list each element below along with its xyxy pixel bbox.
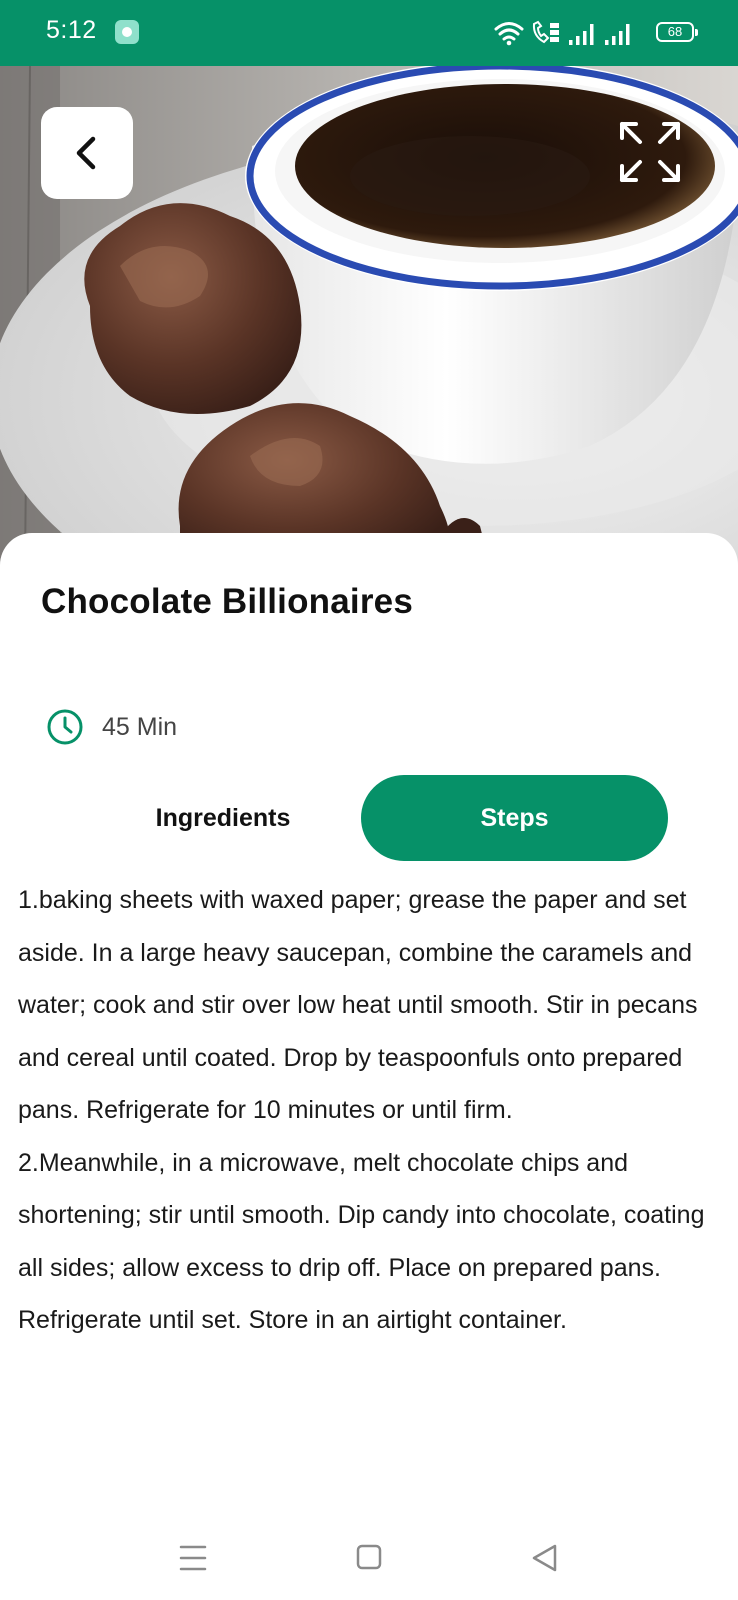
status-time: 5:12 <box>46 16 97 44</box>
steps-content: 1.baking sheets with waxed paper; grease… <box>18 874 718 1347</box>
fullscreen-button[interactable] <box>616 118 684 186</box>
step-item: 2.Meanwhile, in a microwave, melt chocol… <box>18 1148 705 1335</box>
tab-steps[interactable]: Steps <box>361 775 668 861</box>
home-icon <box>356 1544 382 1570</box>
signal-icon <box>569 24 594 45</box>
signal-icon <box>605 24 630 45</box>
system-back-button[interactable] <box>520 1532 570 1582</box>
battery-icon: 68 <box>656 22 698 42</box>
volte-call-icon <box>532 20 559 44</box>
fullscreen-expand-icon <box>620 122 680 182</box>
tab-ingredients[interactable]: Ingredients <box>78 775 368 861</box>
back-button[interactable] <box>41 107 133 199</box>
recipe-title: Chocolate Billionaires <box>41 582 413 621</box>
status-icons: 68 <box>494 18 698 48</box>
chevron-left-icon <box>76 136 96 170</box>
home-button[interactable] <box>344 1532 394 1582</box>
step-item: 1.baking sheets with waxed paper; grease… <box>18 886 698 1124</box>
clock-icon <box>47 709 83 745</box>
cook-time-value: 45 Min <box>102 713 178 741</box>
app-notification-icon <box>115 20 139 44</box>
recent-apps-button[interactable] <box>168 1532 218 1582</box>
status-bar: 5:12 68 <box>0 0 738 66</box>
menu-icon <box>179 1545 207 1571</box>
back-triangle-icon <box>532 1544 557 1572</box>
system-navigation-bar <box>0 1520 738 1600</box>
wifi-icon <box>494 22 524 46</box>
